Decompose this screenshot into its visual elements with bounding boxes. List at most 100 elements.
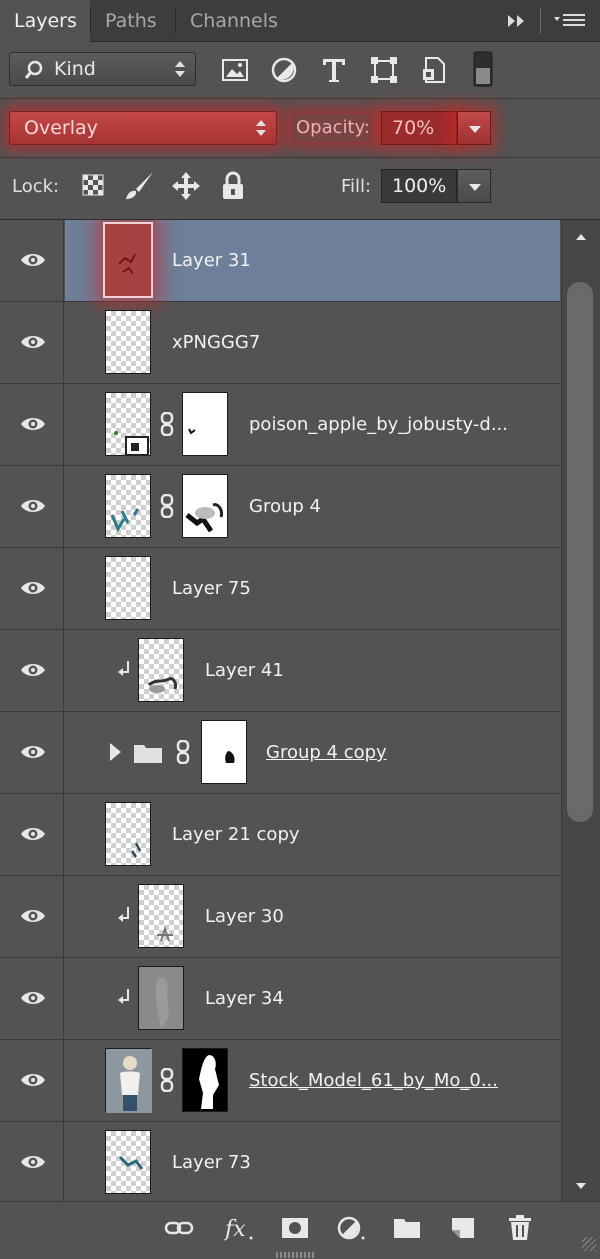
layer-name[interactable]: Stock_Model_61_by_Mo_0...	[249, 1040, 498, 1121]
layer-thumbnail[interactable]	[105, 310, 151, 374]
layer-row[interactable]: xPNGGG7	[0, 302, 560, 384]
visibility-toggle[interactable]	[0, 958, 64, 1039]
visibility-toggle[interactable]	[0, 876, 64, 957]
filter-kind-dropdown[interactable]: Kind	[9, 52, 196, 86]
visibility-toggle[interactable]	[0, 220, 64, 301]
layer-mask-thumbnail[interactable]	[182, 392, 228, 456]
filter-toggle-icon[interactable]	[472, 50, 494, 88]
collapse-icon[interactable]	[506, 8, 528, 34]
svg-text:fx: fx	[224, 1217, 246, 1242]
add-mask-icon[interactable]	[280, 1214, 310, 1242]
link-icon[interactable]	[160, 494, 174, 518]
expand-arrow-icon[interactable]	[110, 743, 121, 761]
layer-row[interactable]: Layer 75	[0, 548, 560, 630]
opacity-field[interactable]: 70%	[381, 111, 457, 145]
lock-move-icon[interactable]	[170, 170, 202, 202]
layer-row[interactable]: poison_apple_by_jobusty-d...	[0, 384, 560, 466]
lock-transparent-icon[interactable]	[80, 172, 112, 204]
panel-resize-grip[interactable]	[276, 1252, 316, 1258]
layer-row[interactable]: Group 4	[0, 466, 560, 548]
scrollbar-thumb[interactable]	[567, 282, 593, 822]
layer-name[interactable]: Layer 21 copy	[172, 794, 300, 875]
adjustment-filter-icon[interactable]	[268, 54, 300, 86]
new-group-folder-icon[interactable]	[392, 1214, 422, 1242]
layer-name[interactable]: Layer 41	[205, 630, 284, 711]
adjustment-layer-icon[interactable]	[336, 1214, 366, 1242]
layer-row[interactable]: Layer 30	[0, 876, 560, 958]
layer-content: Layer 30	[65, 876, 560, 957]
layer-row[interactable]: Layer 41	[0, 630, 560, 712]
shape-filter-icon[interactable]	[368, 54, 400, 86]
layers-list: Layer 31 xPNGGG7 poison_apple_by_jobusty…	[0, 220, 560, 1201]
scroll-up-arrow-icon[interactable]	[576, 234, 586, 240]
eye-icon	[21, 1074, 45, 1086]
layer-name[interactable]: Layer 31	[172, 220, 251, 301]
layer-thumbnail[interactable]	[105, 474, 151, 538]
type-filter-icon[interactable]	[318, 54, 350, 86]
layer-name[interactable]: Layer 75	[172, 548, 251, 629]
visibility-toggle[interactable]	[0, 548, 64, 629]
fill-slider-button[interactable]	[457, 169, 491, 203]
visibility-toggle[interactable]	[0, 1122, 64, 1201]
resize-corner-icon[interactable]	[582, 1237, 596, 1251]
eye-icon	[21, 582, 45, 594]
layers-scrollbar[interactable]	[561, 220, 600, 1201]
layer-thumbnail[interactable]	[105, 392, 151, 456]
visibility-toggle[interactable]	[0, 712, 64, 793]
panel-menu-icon[interactable]	[552, 8, 588, 34]
layer-name[interactable]: Layer 34	[205, 958, 284, 1039]
tab-layers[interactable]: Layers	[0, 0, 90, 42]
opacity-slider-button[interactable]	[457, 111, 491, 145]
visibility-toggle[interactable]	[0, 630, 64, 711]
layer-name[interactable]: Group 4 copy	[266, 712, 387, 793]
lock-all-icon[interactable]	[219, 170, 251, 202]
layer-row[interactable]: Layer 31	[0, 220, 560, 302]
layer-thumbnail[interactable]	[105, 1130, 151, 1194]
fx-icon[interactable]: fx	[224, 1214, 254, 1242]
visibility-toggle[interactable]	[0, 302, 64, 383]
visibility-toggle[interactable]	[0, 1040, 64, 1121]
layer-row[interactable]: Layer 73	[0, 1122, 560, 1201]
visibility-toggle[interactable]	[0, 466, 64, 547]
link-icon[interactable]	[160, 1068, 174, 1092]
scroll-down-arrow-icon[interactable]	[576, 1183, 586, 1189]
clipping-mask-icon	[118, 907, 129, 922]
layer-row[interactable]: Layer 34	[0, 958, 560, 1040]
layer-thumbnail[interactable]	[138, 638, 184, 702]
layer-thumbnail[interactable]	[138, 966, 184, 1030]
layer-mask-thumbnail[interactable]	[182, 1048, 228, 1112]
layer-mask-thumbnail[interactable]	[201, 720, 247, 784]
blend-mode-dropdown[interactable]: Overlay	[9, 111, 277, 145]
image-filter-icon[interactable]	[219, 54, 251, 86]
tab-separator	[540, 8, 541, 34]
layer-thumbnail[interactable]	[105, 802, 151, 866]
tab-paths[interactable]: Paths	[91, 0, 175, 42]
layer-name[interactable]: poison_apple_by_jobusty-d...	[249, 384, 508, 465]
layer-name[interactable]: xPNGGG7	[172, 302, 260, 383]
layer-mask-thumbnail[interactable]	[182, 474, 228, 538]
layer-row[interactable]: Group 4 copy	[0, 712, 560, 794]
layer-content: Group 4	[65, 466, 560, 547]
new-layer-icon[interactable]	[448, 1214, 478, 1242]
eye-icon	[21, 910, 45, 922]
layer-row[interactable]: Layer 21 copy	[0, 794, 560, 876]
layer-name[interactable]: Group 4	[249, 466, 321, 547]
search-icon	[24, 60, 44, 84]
trash-icon[interactable]	[505, 1214, 535, 1242]
layer-row[interactable]: Stock_Model_61_by_Mo_0...	[0, 1040, 560, 1122]
layer-thumbnail[interactable]	[138, 884, 184, 948]
lock-brush-icon[interactable]	[122, 170, 154, 202]
link-icon[interactable]	[176, 740, 190, 764]
fill-field[interactable]: 100%	[381, 169, 457, 203]
layer-thumbnail[interactable]	[103, 222, 153, 298]
visibility-toggle[interactable]	[0, 384, 64, 465]
smart-object-filter-icon[interactable]	[418, 54, 450, 86]
link-layers-icon[interactable]	[164, 1214, 194, 1242]
layer-name[interactable]: Layer 73	[172, 1122, 251, 1201]
layer-thumbnail[interactable]	[105, 556, 151, 620]
tab-channels[interactable]: Channels	[176, 0, 291, 42]
layer-thumbnail[interactable]	[105, 1048, 152, 1113]
link-icon[interactable]	[160, 412, 174, 436]
layer-name[interactable]: Layer 30	[205, 876, 284, 957]
visibility-toggle[interactable]	[0, 794, 64, 875]
